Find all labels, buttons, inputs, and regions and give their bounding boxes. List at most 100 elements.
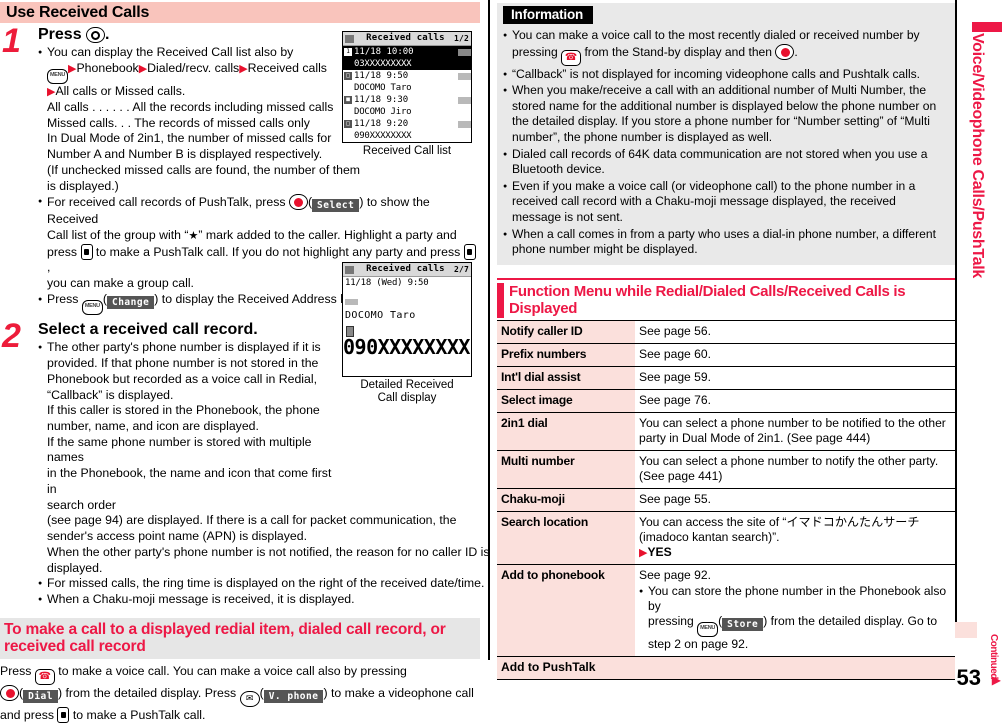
battery-icon [345,34,354,43]
right-column: Information You can make a voice call to… [497,0,955,697]
line: (see page 94) are displayed. If there is… [47,513,457,528]
battery-icon [345,265,354,274]
page-title-bar: Use Received Calls [0,2,480,23]
softkey-dial: Dial [23,689,58,703]
body-line-2-text-b: to make a videophone call [330,685,474,700]
line: Number A and Number B is displayed respe… [47,147,323,162]
call-datetime: 11/18 10:00 [354,47,414,57]
detail-number: 090XXXXXXXX [343,335,470,359]
call-type-icon: 1 [344,48,352,56]
center-key-icon [775,43,795,60]
screenshot-frame: Received calls 2/7 11/18 (Wed) 9:50 DOCO… [342,262,472,377]
table-row: Add to PushTalk [497,656,955,681]
line-pushtalk-1: For received call records of PushTalk, p… [47,194,430,227]
select-key-icon [0,684,19,701]
menu-key-icon: MENU [697,622,719,638]
info-bullet-5: Even if you make a voice call (or videop… [503,179,947,226]
body-line-2-text: from the detailed display. Press [65,685,237,700]
info-bullet-1: You can make a voice call to the most re… [503,28,947,66]
caption-line-1: Detailed Received [360,379,454,391]
call-number: 03XXXXXXXXX [354,59,412,69]
menu-value: See page 76. [635,388,955,413]
menu-key: Prefix numbers [497,342,635,367]
section-heading-make-call: To make a call to a displayed redial ite… [0,617,480,659]
screenshot-header-title: Received calls [366,264,445,274]
page-title: Use Received Calls [6,3,150,21]
line: Phonebook but recorded as a voice call i… [47,371,318,386]
select-key-icon [288,194,308,211]
section-body: Press ☎ to make a voice call. You can ma… [0,663,475,723]
bullet-missed-calls: For missed calls, the ring time is displ… [38,576,508,592]
menu-value: See page 56. [635,319,955,344]
detail-name: DOCOMO Taro [345,310,416,321]
call-type-icon: □ [344,72,352,80]
menu-key: Chaku-moji [497,487,635,512]
screenshot-header-title: Received calls [366,33,445,43]
body-line-3-text-b: to make a PushTalk call. [72,707,206,722]
call-type-icon: □ [344,120,352,128]
menu-value: You can access the site of “イマドコかんたんサーチ … [639,514,920,544]
screenshot-received-call-list: Received calls 1/2 1 11/18 10:00 03XXXXX… [342,31,472,158]
line: In Dual Mode of 2in1, the number of miss… [47,131,332,146]
step-1-title-text: Press [38,26,82,43]
call-datetime: 11/18 9:20 [354,119,409,129]
call-datetime: 11/18 9:50 [354,71,409,81]
softkey-vphone: V. phone [263,689,324,703]
page-number: 53 [956,665,981,690]
menu-value: See page 59. [635,365,955,390]
line: search order [47,497,117,512]
step-2-bullets-wide: (see page 94) are displayed. If there is… [38,513,508,607]
line: provided. If that phone number is not st… [47,356,319,371]
sub-note-line-2b: from the detailed display. Go to [770,614,938,629]
line: If the same phone number is stored with … [47,434,312,465]
line-allcalls: ▶All calls or Missed calls. [47,84,186,99]
pushtalk-key-icon [80,243,93,260]
edge-rule [955,0,957,632]
call-number: DOCOMO Taro [354,83,412,93]
menu-sub-note-line2: pressing MENU(Store) from the detailed d… [639,614,951,638]
line: “Callback” is displayed. [47,387,174,402]
call-number: DOCOMO Jiro [354,107,412,117]
table-row: Int'l dial assist See page 59. [497,365,955,390]
list-item: ■ 11/18 9:30 DOCOMO Jiro [343,94,471,118]
menu-value-arrow: ▶YES [639,544,672,559]
line: number, name, and icon are displayed. [47,419,259,433]
table-row: Add to phonebook See page 92. You can st… [497,564,955,657]
menu-sub-note-line3: step 2 on page 92. [648,637,749,652]
menu-key-icon: MENU [81,299,103,315]
list-item: 1 11/18 10:00 03XXXXXXXXX [343,46,471,70]
call-number: 090XXXXXXXX [354,131,412,141]
info-bullet-4: Dialed call records of 64K data communic… [503,147,947,178]
section-heading-line-1: To make a call to a displayed redial ite… [4,620,446,638]
table-row: Chaku-moji See page 55. [497,487,955,512]
sub-note-press: pressing [648,614,694,629]
line: If this caller is stored in the Phoneboo… [47,403,320,418]
edge-accent-block [972,22,1002,32]
table-row: Select image See page 76. [497,388,955,413]
information-label: Information [503,6,594,24]
body-press-label: Press [0,663,32,678]
step-2-number: 2 [2,316,21,355]
line: When the other party's phone number is n… [47,544,490,559]
menu-value: See page 92. [639,568,711,583]
function-menu-heading: Function Menu while Redial/Dialed Calls/… [497,277,955,320]
screenshot-header-page: 2/7 [453,265,469,274]
column-divider [488,0,490,660]
detail-tag-row [343,288,471,307]
menu-value-cell: You can access the site of “イマドコかんたんサーチ … [635,510,955,565]
screenshot-caption: Detailed Received Call display [342,379,472,405]
line-menu-path: MENU ▶Phonebook▶Dialed/recv. calls▶Receiv… [47,61,368,85]
bullet-detail: The other party's phone number is displa… [38,340,338,513]
center-key-icon [86,27,106,43]
call-key-icon: ☎ [34,668,55,685]
body-line-1-text: to make a voice call. You can make a voi… [58,663,407,678]
table-row: Notify caller ID See page 56. [497,319,955,344]
sub-note-line-1: You can store the phone number in the Ph… [648,584,947,614]
call-tag-icon [457,72,471,80]
pushtalk-key-icon [57,706,70,723]
body-line-3-text: and press [0,707,55,722]
menu-key: 2in1 dial [497,411,635,451]
call-type-icon: ■ [344,96,352,104]
softkey-store: Store [722,618,764,632]
info-bullet-3: When you make/receive a call with an add… [503,83,947,145]
